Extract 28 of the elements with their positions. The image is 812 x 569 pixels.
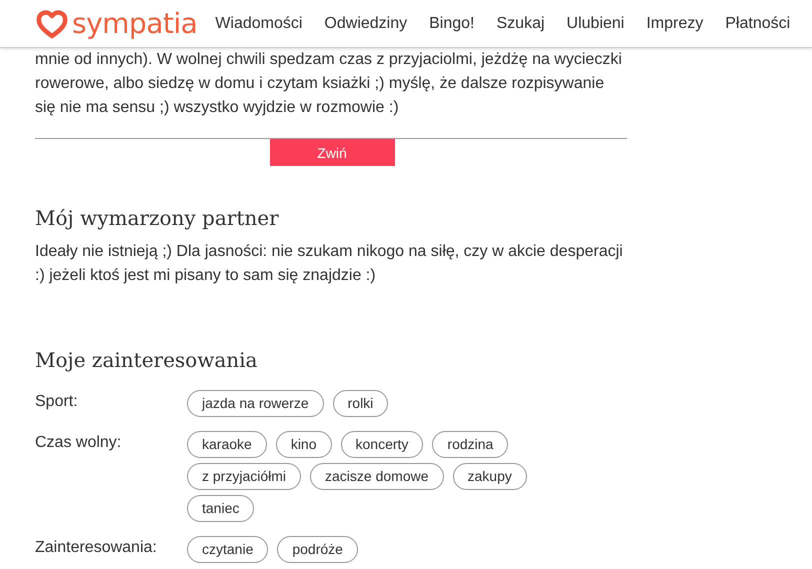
interest-tag: zakupy — [452, 463, 527, 490]
category-label: Zainteresowania: — [35, 538, 158, 558]
collapse-button[interactable]: Zwiń — [270, 139, 394, 166]
category-label: Sport: — [35, 392, 79, 412]
interest-tag: czytanie — [187, 536, 268, 563]
interest-tag: podróże — [277, 536, 358, 563]
interest-tag: rodzina — [432, 431, 508, 458]
nav-link[interactable]: Szukaj — [496, 14, 545, 32]
about-text: mnie od innych). W wolnej chwili spedzam czas z przyjaciolmi, jeżdżę na wycieczki rowerowe, albo siedzę w domu i czytam ksiażki ;) myślę, że dalsze rozpisywanie się nie ma sensu ;) wszystko wyjdzie w rozmowie :) — [35, 50, 623, 118]
nav-link[interactable]: Imprezy — [646, 14, 704, 32]
interest-tag: karaoke — [187, 431, 267, 458]
heart-logo-icon — [36, 8, 68, 38]
nav-link[interactable]: Wiadomości — [215, 14, 302, 32]
section-heading: Mój wymarzony partner — [35, 206, 280, 230]
interest-tag: koncerty — [340, 431, 424, 458]
section-heading: Moje zainteresowania — [35, 348, 258, 372]
interest-tag: kino — [276, 431, 332, 458]
interest-tag: z przyjaciółmi — [187, 463, 302, 490]
nav-link[interactable]: Odwiedziny — [324, 14, 408, 32]
partner-text: Ideały nie istnieją ;) Dla jasności: nie szukam nikogo na siłę, czy w akcie desperacji :) jeżeli ktoś jest mi pisany to sam się znajdzie :) — [35, 242, 624, 286]
nav-link[interactable]: Płatności — [725, 14, 790, 32]
interest-tag: taniec — [187, 495, 254, 522]
interest-tag: rolki — [332, 390, 388, 417]
interest-tag: jazda na rowerze — [187, 390, 324, 417]
nav-link[interactable]: Ulubieni — [566, 14, 624, 32]
nav-link[interactable]: Bingo! — [429, 14, 474, 32]
interest-tag: zacisze domowe — [310, 463, 444, 490]
category-label: Czas wolny: — [35, 433, 122, 453]
